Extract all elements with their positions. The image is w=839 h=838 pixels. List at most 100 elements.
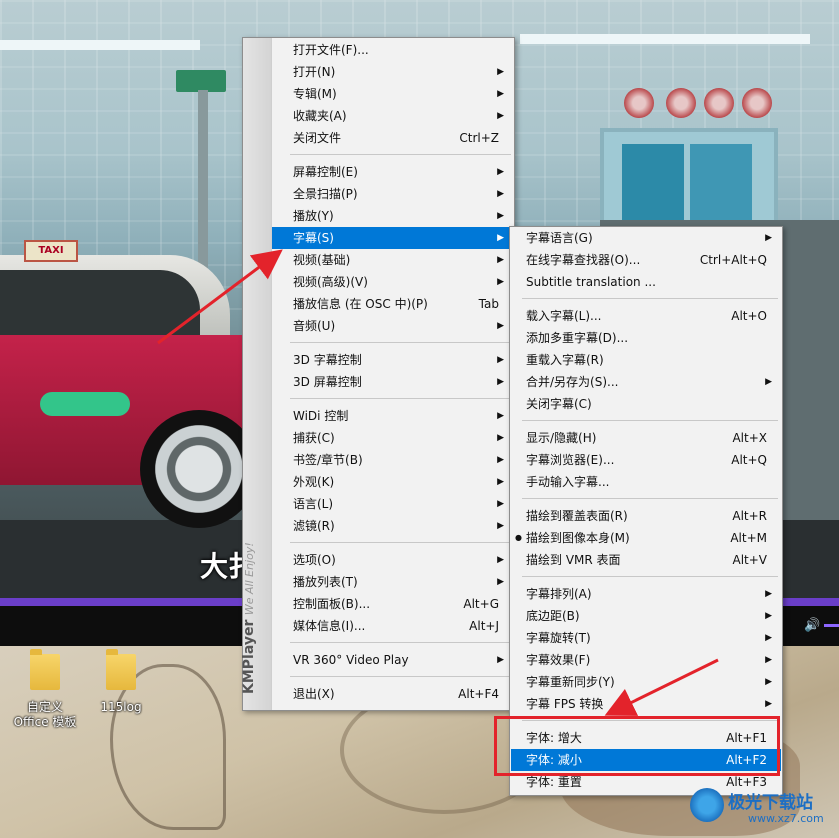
menu-item-label: 视频(基础) (293, 253, 351, 267)
menu-sidebar: KMPlayer We All Enjoy! (241, 38, 272, 710)
menu-item[interactable]: 屏幕控制(E) ▶ (272, 161, 513, 183)
menu-item[interactable]: 外观(K) ▶ (272, 471, 513, 493)
submenu-arrow-icon: ▶ (765, 655, 772, 665)
menu-item-label: 语言(L) (293, 497, 334, 511)
menu-item-label: 载入字幕(L)... (526, 309, 602, 323)
menu-separator (290, 642, 511, 643)
menu-item[interactable]: 关闭文件 Ctrl+Z (272, 127, 513, 149)
desktop-folder-label: 自定义 Office 模板 (13, 700, 77, 729)
menu-item[interactable]: 播放(Y) ▶ (272, 205, 513, 227)
menu-separator (290, 154, 511, 155)
menu-item[interactable]: 打开(N) ▶ (272, 61, 513, 83)
menu-separator (522, 298, 778, 299)
menu-separator (290, 676, 511, 677)
menu-item-label: 屏幕控制(E) (293, 165, 358, 179)
menu-separator (290, 398, 511, 399)
menu-item-label: 选项(O) (293, 553, 336, 567)
menu-item[interactable]: 在线字幕查找器(O)... Ctrl+Alt+Q (511, 249, 781, 271)
menu-item[interactable]: 滤镜(R) ▶ (272, 515, 513, 537)
menu-item[interactable]: 描绘到 VMR 表面 Alt+V (511, 549, 781, 571)
menu-item[interactable]: 字幕旋转(T) ▶ (511, 627, 781, 649)
desktop-folder-label: 115log (100, 700, 142, 714)
menu-item[interactable]: 字幕(S) ▶ (272, 227, 513, 249)
menu-item-label: 关闭字幕(C) (526, 397, 592, 411)
submenu-arrow-icon: ▶ (497, 499, 504, 509)
menu-item-label: 视频(高级)(V) (293, 275, 368, 289)
menu-item-label: 控制面板(B)... (293, 597, 371, 611)
menu-item[interactable]: 收藏夹(A) ▶ (272, 105, 513, 127)
menu-item-shortcut: Alt+O (731, 309, 767, 323)
menu-item-label: 关闭文件 (293, 131, 342, 145)
menu-item[interactable]: 视频(高级)(V) ▶ (272, 271, 513, 293)
brand-text: KMPlayer We All Enjoy! (241, 542, 257, 694)
blue-cabinet (600, 128, 778, 228)
menu-item[interactable]: 控制面板(B)... Alt+G (272, 593, 513, 615)
menu-item-label: 书签/章节(B) (293, 453, 363, 467)
submenu-arrow-icon: ▶ (497, 167, 504, 177)
taxi-wheel (140, 410, 258, 528)
desktop-folder[interactable]: 115log (86, 649, 156, 715)
menu-item[interactable]: 底边距(B) ▶ (511, 605, 781, 627)
menu-item-label: 滤镜(R) (293, 519, 335, 533)
submenu-arrow-icon: ▶ (765, 377, 772, 387)
volume-icon[interactable]: 🔊 (804, 618, 820, 633)
menu-item[interactable]: 打开文件(F)... (272, 39, 513, 61)
submenu-arrow-icon: ▶ (497, 521, 504, 531)
submenu-arrow-icon: ▶ (497, 67, 504, 77)
submenu-arrow-icon: ▶ (765, 233, 772, 243)
menu-item[interactable]: 合并/另存为(S)... ▶ (511, 371, 781, 393)
desktop-folder[interactable]: 自定义 Office 模板 (10, 649, 80, 730)
menu-item[interactable]: 书签/章节(B) ▶ (272, 449, 513, 471)
menu-item-label: 退出(X) (293, 687, 335, 701)
menu-item[interactable]: 字幕重新同步(Y) ▶ (511, 671, 781, 693)
menu-item-label: 打开文件(F)... (293, 43, 369, 57)
volume-slider[interactable] (824, 624, 839, 627)
menu-item[interactable]: 3D 字幕控制 ▶ (272, 349, 513, 371)
submenu-arrow-icon: ▶ (497, 233, 504, 243)
menu-item[interactable]: 音频(U) ▶ (272, 315, 513, 337)
menu-item[interactable]: 语言(L) ▶ (272, 493, 513, 515)
menu-item-label: 添加多重字幕(D)... (526, 331, 629, 345)
menu-item[interactable]: 字幕效果(F) ▶ (511, 649, 781, 671)
submenu-arrow-icon: ▶ (497, 89, 504, 99)
menu-item[interactable]: 播放列表(T) ▶ (272, 571, 513, 593)
menu-item[interactable]: 描绘到覆盖表面(R) Alt+R (511, 505, 781, 527)
menu-item[interactable]: 字幕语言(G) ▶ (511, 227, 781, 249)
menu-item[interactable]: 播放信息 (在 OSC 中)(P) Tab (272, 293, 513, 315)
context-menu-main: KMPlayer We All Enjoy! 打开文件(F)... 打开(N) ▶ 专… (241, 37, 515, 711)
menu-item[interactable]: 显示/隐藏(H) Alt+X (511, 427, 781, 449)
menu-item[interactable]: 捕获(C) ▶ (272, 427, 513, 449)
submenu-arrow-icon: ▶ (497, 433, 504, 443)
menu-item[interactable]: 选项(O) ▶ (272, 549, 513, 571)
menu-item[interactable]: 退出(X) Alt+F4 (272, 683, 513, 705)
taxi-window (0, 270, 200, 340)
menu-item[interactable]: 关闭字幕(C) (511, 393, 781, 415)
submenu-arrow-icon: ▶ (497, 355, 504, 365)
menu-separator (290, 342, 511, 343)
menu-item-label: VR 360° Video Play (293, 653, 409, 667)
menu-item[interactable]: Subtitle translation ... (511, 271, 781, 293)
menu-item[interactable]: ● 描绘到图像本身(M) Alt+M (511, 527, 781, 549)
menu-item[interactable]: 专辑(M) ▶ (272, 83, 513, 105)
taxi-roof-sign: TAXI (24, 240, 78, 262)
menu-item[interactable]: 3D 屏幕控制 ▶ (272, 371, 513, 393)
submenu-arrow-icon: ▶ (497, 577, 504, 587)
menu-item[interactable]: 字幕排列(A) ▶ (511, 583, 781, 605)
submenu-arrow-icon: ▶ (497, 211, 504, 221)
menu-item[interactable]: 手动输入字幕... (511, 471, 781, 493)
menu-item[interactable]: 载入字幕(L)... Alt+O (511, 305, 781, 327)
menu-item[interactable]: 字幕浏览器(E)... Alt+Q (511, 449, 781, 471)
menu-item[interactable]: 添加多重字幕(D)... (511, 327, 781, 349)
menu-item-label: 字幕 FPS 转换 (526, 697, 604, 711)
menu-item[interactable]: 字幕 FPS 转换 ▶ (511, 693, 781, 715)
menu-item[interactable]: 视频(基础) ▶ (272, 249, 513, 271)
menu-item[interactable]: 全景扫描(P) ▶ (272, 183, 513, 205)
menu-item-label: 播放(Y) (293, 209, 334, 223)
menu-item-label: 打开(N) (293, 65, 336, 79)
menu-item[interactable]: 重载入字幕(R) (511, 349, 781, 371)
menu-item[interactable]: WiDi 控制 ▶ (272, 405, 513, 427)
menu-item[interactable]: 媒体信息(I)... Alt+J (272, 615, 513, 637)
menu-item[interactable]: VR 360° Video Play ▶ (272, 649, 513, 671)
menu-item-label: 音频(U) (293, 319, 336, 333)
menu-item-label: 播放列表(T) (293, 575, 358, 589)
